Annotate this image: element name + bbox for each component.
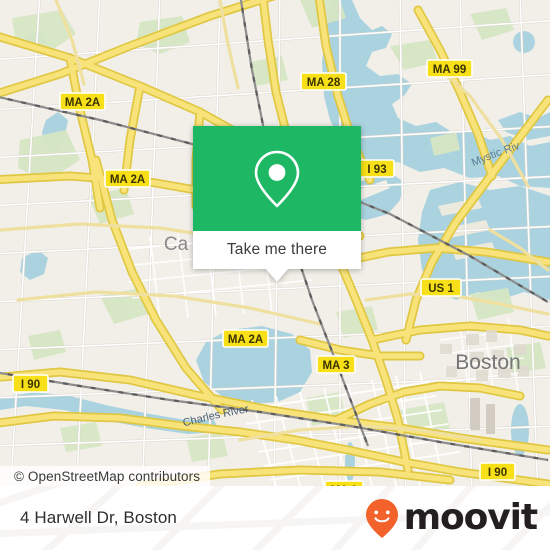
shield-ma-2a-1: MA 2A: [59, 92, 106, 111]
shield-ma-3: MA 3: [316, 355, 356, 374]
shield-ma-2a-2: MA 2A: [104, 169, 151, 188]
popup-tail: [266, 269, 288, 282]
shield-ma-28: MA 28: [300, 72, 347, 91]
popup-action-area[interactable]: Take me there: [193, 231, 361, 269]
city-label-cambridge: Ca: [164, 234, 189, 255]
svg-text:I 90: I 90: [21, 379, 40, 391]
svg-text:MA 28: MA 28: [307, 77, 341, 89]
svg-text:I 90: I 90: [488, 467, 507, 479]
moovit-map-screen: Mystic Riv Charles River Boston Ca MA 2A: [0, 0, 550, 550]
city-label-boston: Boston: [455, 351, 520, 374]
svg-text:MA 3: MA 3: [322, 360, 349, 372]
svg-text:MA 2A: MA 2A: [65, 97, 100, 109]
shield-ma-99: MA 99: [426, 59, 473, 78]
shield-i-90-1: I 90: [12, 374, 49, 393]
moovit-logo[interactable]: moovit: [362, 486, 539, 550]
popup-label: Take me there: [226, 241, 328, 258]
footer-bar: 4 Harwell Dr, Boston moovit: [0, 486, 550, 550]
moovit-wordmark: moovit: [403, 497, 539, 538]
take-me-there-popup[interactable]: Take me there: [193, 126, 361, 282]
popup-icon-area: [193, 126, 361, 231]
shield-us-1: US 1: [420, 278, 462, 297]
svg-text:MA 2A: MA 2A: [228, 334, 263, 346]
osm-attribution[interactable]: © OpenStreetMap contributors: [0, 466, 211, 486]
svg-text:I 93: I 93: [367, 164, 386, 176]
shield-i-93: I 93: [359, 159, 395, 178]
address-label: 4 Harwell Dr, Boston: [20, 508, 177, 527]
map-pin-icon: [254, 150, 300, 207]
osm-attribution-text: © OpenStreetMap contributors: [14, 468, 201, 484]
moovit-pin-icon: [365, 499, 398, 538]
svg-text:US 1: US 1: [428, 283, 454, 295]
svg-text:MA 2A: MA 2A: [110, 174, 145, 186]
svg-text:MA 99: MA 99: [433, 64, 466, 76]
shield-ma-2a-3: MA 2A: [222, 329, 269, 348]
shield-i-90-2: I 90: [479, 462, 516, 481]
